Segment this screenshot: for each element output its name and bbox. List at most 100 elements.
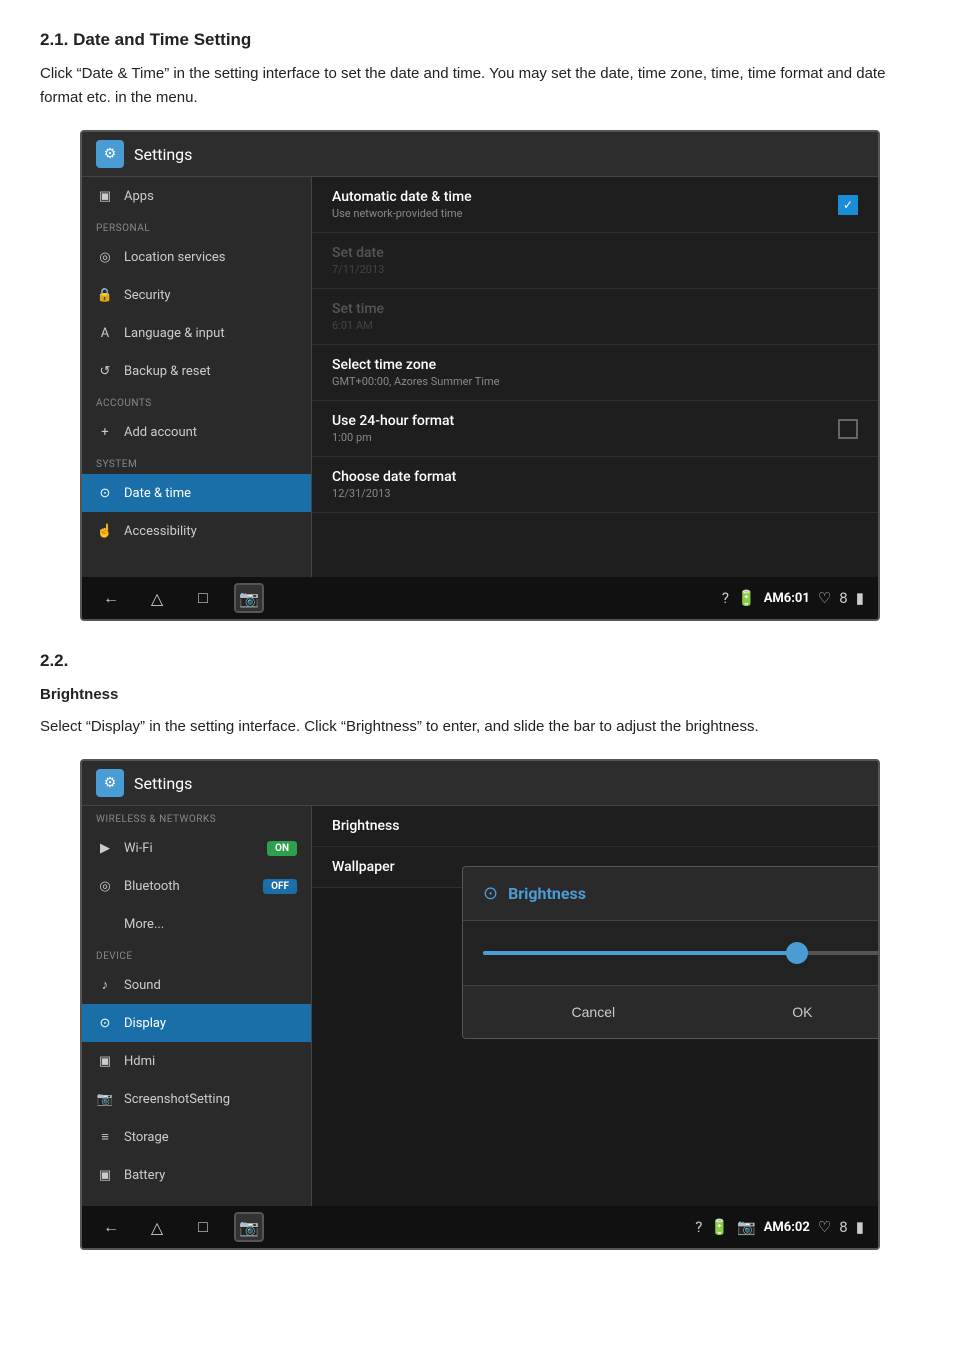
location-icon: ◎ (96, 248, 114, 266)
security-icon: 🔒 (96, 286, 114, 304)
sidebar-item-more[interactable]: More... (82, 905, 311, 943)
back-icon-2[interactable]: ← (96, 1212, 126, 1242)
section-1-para: Click “Date & Time” in the setting inter… (40, 62, 920, 110)
home-icon-2[interactable]: △ (142, 1212, 172, 1242)
section-num-1: 2.1. (40, 30, 68, 49)
sidebar-item-wifi[interactable]: ▶ Wi-Fi ON (82, 829, 311, 867)
brightness-slider-track[interactable] (483, 951, 880, 955)
battery-icon: ▣ (96, 1166, 114, 1184)
sidebar-section-personal: PERSONAL (82, 215, 311, 238)
sidebar-item-language[interactable]: A Language & input (82, 314, 311, 352)
camera-icon-2[interactable]: 📷 (234, 1212, 264, 1242)
auto-date-checkbox[interactable]: ✓ (838, 195, 858, 215)
row-24hour[interactable]: Use 24-hour format 1:00 pm (312, 401, 878, 457)
sidebar-item-security[interactable]: 🔒 Security (82, 276, 311, 314)
display-icon: ⊙ (96, 1014, 114, 1032)
home-icon[interactable]: △ (142, 583, 172, 613)
section-2-para: Select “Display” in the setting interfac… (40, 715, 920, 739)
recent-icon-2[interactable]: □ (188, 1212, 218, 1242)
brightness-dialog-header: ⊙ Brightness (463, 867, 880, 921)
sidebar-item-hdmi[interactable]: ▣ Hdmi (82, 1042, 311, 1080)
camera-icon[interactable]: 📷 (234, 583, 264, 613)
sidebar-item-location[interactable]: ◎ Location services (82, 238, 311, 276)
settings-icon-2: ⚙ (96, 769, 124, 797)
accessibility-icon: ☝ (96, 522, 114, 540)
section-2-2: 2.2. Brightness Select “Display” in the … (40, 651, 920, 1250)
android-screen-2: ⚙ Settings WIRELESS & NETWORKS ▶ Wi-Fi O… (80, 759, 880, 1250)
24hour-checkbox[interactable] (838, 419, 858, 439)
sidebar-section-wireless: WIRELESS & NETWORKS (82, 806, 311, 829)
settings-body-2: WIRELESS & NETWORKS ▶ Wi-Fi ON ◎ Bluetoo… (82, 806, 878, 1206)
row-set-date: Set date 7/11/2013 (312, 233, 878, 289)
sidebar-item-sound[interactable]: ♪ Sound (82, 966, 311, 1004)
sidebar-item-add-account[interactable]: + Add account (82, 413, 311, 451)
sidebar-item-backup[interactable]: ↺ Backup & reset (82, 352, 311, 390)
sidebar-item-bluetooth[interactable]: ◎ Bluetooth OFF (82, 867, 311, 905)
row-auto-date[interactable]: Automatic date & time Use network-provid… (312, 177, 878, 233)
brightness-slider-thumb[interactable] (786, 942, 808, 964)
settings-sidebar-1: ▣ Apps PERSONAL ◎ Location services 🔒 Se… (82, 177, 312, 577)
section-title-2: Brightness (40, 686, 118, 703)
language-icon: A (96, 324, 114, 342)
brightness-dialog-icon: ⊙ (483, 883, 498, 904)
row-timezone[interactable]: Select time zone GMT+00:00, Azores Summe… (312, 345, 878, 401)
recent-icon[interactable]: □ (188, 583, 218, 613)
settings-title-2: Settings (134, 774, 192, 793)
brightness-slider-fill (483, 951, 797, 955)
sound-icon: ♪ (96, 976, 114, 994)
settings-body-1: ▣ Apps PERSONAL ◎ Location services 🔒 Se… (82, 177, 878, 577)
settings-main-2: Brightness Wallpaper ⊙ Brightness (312, 806, 878, 888)
screenshot-icon: 📷 (96, 1090, 114, 1108)
section-heading-1: Date and Time Setting (73, 30, 251, 49)
wifi-badge: ON (267, 841, 297, 856)
brightness-ok-button[interactable]: OK (762, 998, 842, 1026)
android-screen-1: ⚙ Settings ▣ Apps PERSONAL ◎ Location se… (80, 130, 880, 621)
datetime-icon: ⊙ (96, 484, 114, 502)
status-bar-1: ? 🔋 AM6:01 ♡ 8 ▮ (722, 589, 864, 607)
add-account-icon: + (96, 423, 114, 441)
settings-main-1: Automatic date & time Use network-provid… (312, 177, 878, 577)
sidebar-item-battery[interactable]: ▣ Battery (82, 1156, 311, 1194)
sidebar-section-device: DEVICE (82, 943, 311, 966)
back-icon[interactable]: ← (96, 583, 126, 613)
section-num-2: 2.2. (40, 651, 920, 671)
status-bar-2: ? 🔋 📷 AM6:02 ♡ 8 ▮ (695, 1218, 864, 1236)
status-time-1: AM6:01 (764, 591, 810, 606)
settings-sidebar-2: WIRELESS & NETWORKS ▶ Wi-Fi ON ◎ Bluetoo… (82, 806, 312, 1206)
settings-header-1: ⚙ Settings (82, 132, 878, 177)
sidebar-section-system: SYSTEM (82, 451, 311, 474)
sidebar-item-accessibility[interactable]: ☝ Accessibility (82, 512, 311, 550)
section-title-1: 2.1. Date and Time Setting (40, 30, 920, 50)
status-time-2: AM6:02 (764, 1220, 810, 1235)
row-date-format[interactable]: Choose date format 12/31/2013 (312, 457, 878, 513)
brightness-dialog-title: Brightness (508, 884, 586, 903)
wifi-icon: ▶ (96, 839, 114, 857)
sidebar-section-accounts: ACCOUNTS (82, 390, 311, 413)
bluetooth-icon: ◎ (96, 877, 114, 895)
settings-title-1: Settings (134, 145, 192, 164)
backup-icon: ↺ (96, 362, 114, 380)
settings-icon-1: ⚙ (96, 140, 124, 168)
row-set-time: Set time 6:01 AM (312, 289, 878, 345)
nav-bar-1: ← △ □ 📷 (96, 583, 264, 613)
bottom-bar-1: ← △ □ 📷 ? 🔋 AM6:01 ♡ 8 ▮ (82, 577, 878, 619)
sidebar-item-date-time[interactable]: ⊙ Date & time (82, 474, 311, 512)
apps-icon: ▣ (96, 187, 114, 205)
sidebar-item-storage[interactable]: ≡ Storage (82, 1118, 311, 1156)
brightness-slider-container[interactable] (463, 921, 880, 985)
sidebar-item-screenshot[interactable]: 📷 ScreenshotSetting (82, 1080, 311, 1118)
brightness-cancel-button[interactable]: Cancel (542, 998, 646, 1026)
sidebar-item-display[interactable]: ⊙ Display (82, 1004, 311, 1042)
hdmi-icon: ▣ (96, 1052, 114, 1070)
row-brightness[interactable]: Brightness (312, 806, 878, 847)
bottom-bar-2: ← △ □ 📷 ? 🔋 📷 AM6:02 ♡ 8 ▮ (82, 1206, 878, 1248)
settings-main-2-wrapper: Brightness Wallpaper ⊙ Brightness (312, 806, 878, 1206)
bt-badge: OFF (263, 879, 297, 894)
section-2-1: 2.1. Date and Time Setting Click “Date &… (40, 30, 920, 621)
settings-header-2: ⚙ Settings (82, 761, 878, 806)
brightness-dialog: ⊙ Brightness Cancel OK (462, 866, 880, 1039)
nav-bar-2: ← △ □ 📷 (96, 1212, 264, 1242)
storage-icon: ≡ (96, 1128, 114, 1146)
sidebar-item-apps[interactable]: ▣ Apps (82, 177, 311, 215)
brightness-dialog-buttons: Cancel OK (463, 985, 880, 1038)
